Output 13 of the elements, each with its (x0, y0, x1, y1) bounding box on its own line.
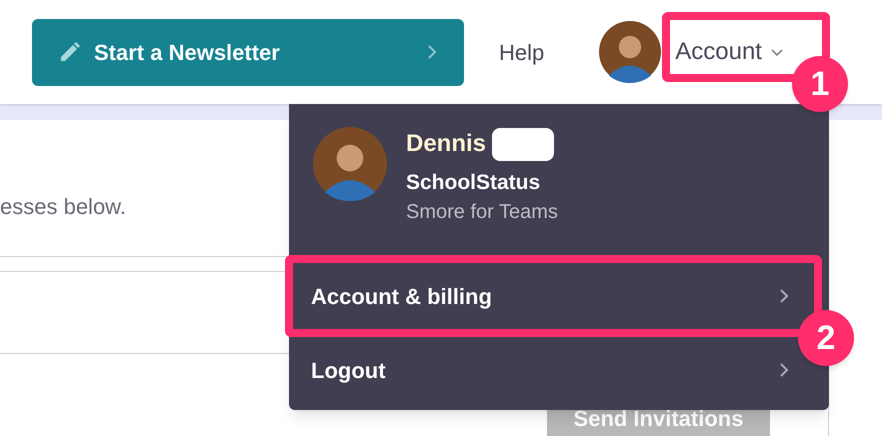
menu-item[interactable]: Account & billing (293, 263, 793, 329)
user-name: Dennis (406, 129, 486, 159)
menu-item[interactable]: Logout (293, 337, 793, 403)
avatar (599, 21, 662, 83)
redaction-block (492, 128, 554, 160)
pencil-icon (58, 40, 82, 64)
organization-name: SchoolStatus (406, 170, 542, 196)
start-newsletter-button[interactable]: Start a Newsletter (32, 18, 464, 86)
step-number-badge: 2 (798, 310, 854, 366)
account-menu-button[interactable]: Account (675, 32, 784, 72)
help-link[interactable]: Help (499, 36, 544, 68)
instruction-text: esses below. (0, 196, 126, 218)
plan-name: Smore for Teams (406, 200, 558, 225)
